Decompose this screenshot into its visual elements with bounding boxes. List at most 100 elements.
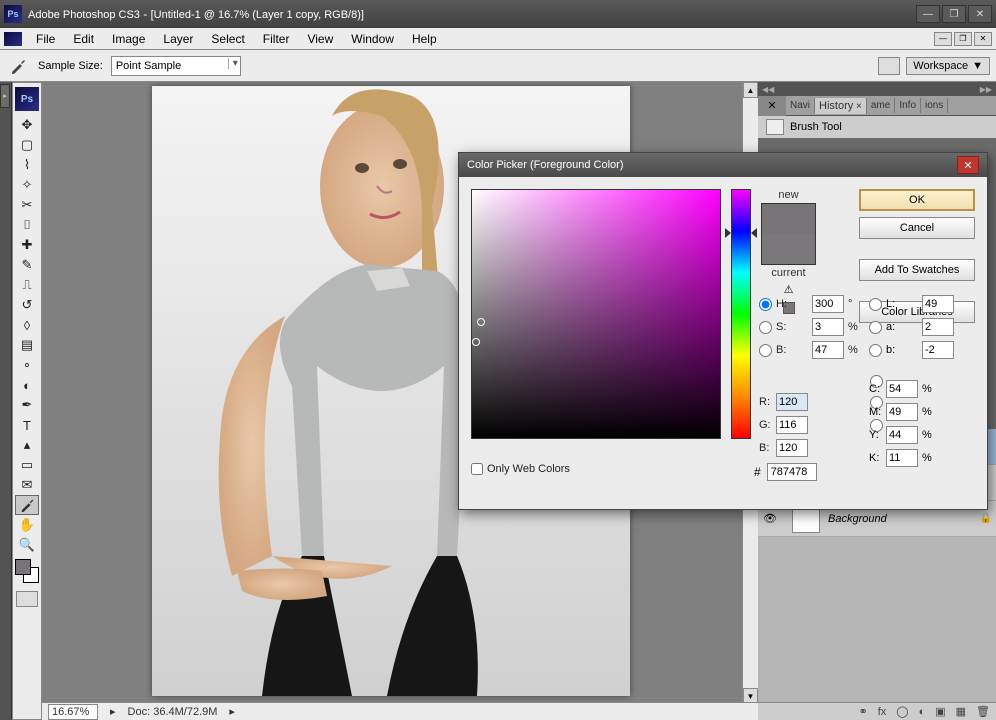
field-b[interactable] [776, 439, 808, 457]
tab-info[interactable]: Info [895, 98, 921, 113]
tool-type[interactable]: T [15, 415, 39, 435]
close-button[interactable]: ✕ [968, 5, 992, 23]
tool-stamp[interactable]: ⎍ [15, 275, 39, 295]
new-color-swatch[interactable] [762, 204, 815, 234]
radio-bv[interactable] [759, 344, 772, 357]
radio-l[interactable] [869, 298, 882, 311]
history-row[interactable]: Brush Tool [758, 116, 996, 138]
folder-icon[interactable]: ▣ [935, 705, 945, 718]
field-h[interactable] [812, 295, 844, 313]
menu-edit[interactable]: Edit [65, 30, 102, 48]
color-marker[interactable] [477, 318, 485, 326]
field-s[interactable] [812, 318, 844, 336]
panel-collapse-icon[interactable]: ◀◀ [762, 85, 774, 94]
cancel-button[interactable]: Cancel [859, 217, 975, 239]
tool-eraser[interactable]: ◊ [15, 315, 39, 335]
menu-select[interactable]: Select [203, 30, 252, 48]
tool-shape[interactable]: ▭ [15, 455, 39, 475]
new-layer-icon[interactable]: ▦ [956, 705, 966, 718]
panel-menu-icon[interactable]: ✕ [758, 96, 786, 116]
zoom-menu-icon[interactable]: ▸ [110, 705, 116, 718]
tool-pen[interactable]: ✒ [15, 395, 39, 415]
fx-icon[interactable]: fx [878, 706, 887, 718]
field-k[interactable] [886, 449, 918, 467]
tool-preset-icon[interactable] [6, 54, 30, 78]
trash-icon[interactable]: 🗑 [976, 705, 990, 718]
foreground-swatch[interactable] [15, 559, 31, 575]
maximize-button[interactable]: ❐ [942, 5, 966, 23]
tool-eyedropper[interactable] [15, 495, 39, 515]
color-picker-titlebar[interactable]: Color Picker (Foreground Color) ✕ [459, 153, 987, 177]
go-to-bridge-icon[interactable] [878, 57, 900, 75]
tool-dodge[interactable]: ◐ [15, 375, 39, 395]
close-icon[interactable]: ✕ [957, 156, 979, 174]
tool-brush[interactable]: ✎ [15, 255, 39, 275]
menu-window[interactable]: Window [343, 30, 402, 48]
mdi-minimize[interactable]: — [934, 32, 952, 46]
quickmask-button[interactable] [16, 591, 38, 607]
dock-handle[interactable]: ▸ [0, 84, 10, 108]
layer-name[interactable]: Background [824, 513, 887, 525]
menu-layer[interactable]: Layer [155, 30, 201, 48]
zoom-field[interactable]: 16.67% [48, 704, 98, 720]
radio-b2[interactable] [869, 344, 882, 357]
current-color-swatch[interactable] [762, 234, 815, 264]
mdi-restore[interactable]: ❐ [954, 32, 972, 46]
tool-gradient[interactable]: ▤ [15, 335, 39, 355]
system-menu-icon[interactable] [4, 32, 22, 46]
mask-icon[interactable]: ◯ [896, 705, 908, 718]
mdi-close[interactable]: ✕ [974, 32, 992, 46]
doc-info-menu-icon[interactable]: ▸ [229, 705, 235, 718]
menu-file[interactable]: File [28, 30, 63, 48]
field-g[interactable] [776, 416, 808, 434]
color-swatches[interactable] [15, 559, 39, 585]
field-y[interactable] [886, 426, 918, 444]
color-field[interactable] [471, 189, 721, 439]
radio-s[interactable] [759, 321, 772, 334]
tool-blur[interactable]: ∘ [15, 355, 39, 375]
field-c[interactable] [886, 380, 918, 398]
tool-lasso[interactable]: ⌇ [15, 155, 39, 175]
menu-filter[interactable]: Filter [255, 30, 298, 48]
field-b2[interactable] [922, 341, 954, 359]
tool-slice[interactable]: ⌷ [15, 215, 39, 235]
tool-history-brush[interactable]: ↺ [15, 295, 39, 315]
radio-a[interactable] [869, 321, 882, 334]
tab-actions[interactable]: ions [921, 98, 948, 113]
field-a[interactable] [922, 318, 954, 336]
tab-history[interactable]: History × [815, 98, 867, 114]
panel-expand-icon[interactable]: ▶▶ [980, 85, 992, 94]
tool-path-sel[interactable]: ▴ [15, 435, 39, 455]
field-r[interactable] [776, 393, 808, 411]
tool-move[interactable]: ✥ [15, 115, 39, 135]
field-bv[interactable] [812, 341, 844, 359]
menu-help[interactable]: Help [404, 30, 445, 48]
scroll-up-icon[interactable]: ▲ [743, 82, 758, 98]
tool-crop[interactable]: ✂ [15, 195, 39, 215]
sample-size-combo[interactable]: Point Sample [111, 56, 241, 76]
tool-notes[interactable]: ✉ [15, 475, 39, 495]
doc-info[interactable]: Doc: 36.4M/72.9M [128, 706, 218, 718]
field-hex[interactable] [767, 463, 817, 481]
menu-image[interactable]: Image [104, 30, 153, 48]
radio-h[interactable] [759, 298, 772, 311]
menu-view[interactable]: View [299, 30, 341, 48]
ok-button[interactable]: OK [859, 189, 975, 211]
tab-navigator[interactable]: Navi [786, 98, 815, 113]
visibility-icon[interactable]: 👁 [762, 512, 778, 525]
minimize-button[interactable]: — [916, 5, 940, 23]
hue-slider[interactable] [731, 189, 751, 439]
workspace-menu[interactable]: Workspace ▼ [906, 57, 990, 75]
tool-marquee[interactable]: ▢ [15, 135, 39, 155]
field-m[interactable] [886, 403, 918, 421]
tab-histogram[interactable]: ame [867, 98, 895, 113]
adjust-icon[interactable]: ◐ [919, 706, 926, 718]
only-web-colors-checkbox[interactable] [471, 463, 483, 475]
field-l[interactable] [922, 295, 954, 313]
tool-wand[interactable]: ✧ [15, 175, 39, 195]
tool-zoom[interactable]: 🔍 [15, 535, 39, 555]
add-swatches-button[interactable]: Add To Swatches [859, 259, 975, 281]
tool-hand[interactable]: ✋ [15, 515, 39, 535]
tool-healing[interactable]: ✚ [15, 235, 39, 255]
link-icon[interactable]: ⚭ [858, 705, 867, 718]
